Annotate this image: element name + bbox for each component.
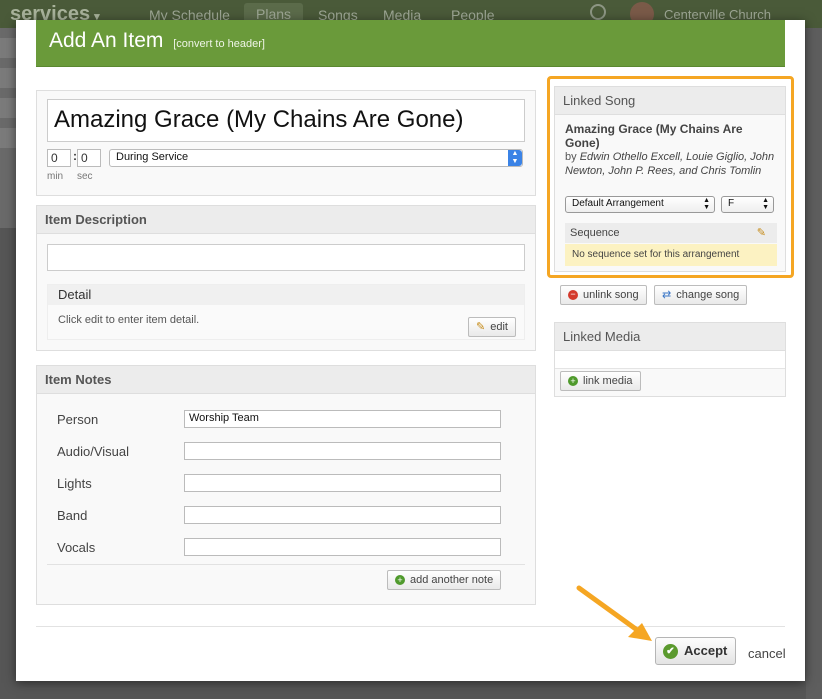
linked-song-title: Amazing Grace (My Chains Are Gone) <box>565 122 743 150</box>
unlink-song-button[interactable]: − unlink song <box>560 285 647 305</box>
sequence-empty-note: No sequence set for this arrangement <box>565 244 777 266</box>
arrangement-value: Default Arrangement <box>572 198 664 209</box>
add-another-note-button[interactable]: + add another note <box>387 570 502 590</box>
arrangement-select[interactable]: Default Arrangement ▲ ▼ <box>565 196 715 213</box>
note-label-audio-visual: Audio/Visual <box>57 444 130 459</box>
select-arrows-icon: ▲ ▼ <box>762 197 769 211</box>
select-arrows-icon: ▲ ▼ <box>703 197 710 211</box>
note-input-person[interactable]: Worship Team <box>184 410 501 428</box>
minutes-label: min <box>47 171 64 182</box>
change-song-button[interactable]: ⇄ change song <box>654 285 748 305</box>
footer-divider <box>36 626 785 627</box>
notes-divider <box>47 564 525 565</box>
background-search-icon <box>590 4 606 20</box>
by-prefix: by <box>565 151 577 163</box>
seconds-label: sec <box>77 171 93 182</box>
length-minutes-input[interactable]: 0 <box>47 149 71 167</box>
linked-song-authors: by Edwin Othello Excell, Louie Giglio, J… <box>565 150 777 178</box>
edit-sequence-pencil-icon[interactable]: ✎ <box>757 223 766 243</box>
item-notes-panel: Item Notes Person Worship Team Audio/Vis… <box>36 365 536 605</box>
length-seconds-input[interactable]: 0 <box>77 149 101 167</box>
refresh-icon: ⇄ <box>662 289 672 301</box>
detail-box: Detail Click edit to enter item detail. … <box>47 284 525 340</box>
link-media-label: link media <box>583 375 633 387</box>
accept-button[interactable]: ✔ Accept <box>655 637 736 665</box>
modal-title: Add An Item [convert to header] <box>49 29 265 53</box>
note-input-vocals[interactable] <box>184 538 501 556</box>
convert-to-header-link[interactable]: [convert to header] <box>173 38 265 50</box>
linked-media-list <box>555 351 785 369</box>
change-label: change song <box>676 289 740 301</box>
key-select[interactable]: F ▲ ▼ <box>721 196 774 213</box>
edit-detail-button[interactable]: ✎ edit <box>468 317 516 337</box>
plus-icon: + <box>395 575 405 586</box>
detail-placeholder-text: Click edit to enter item detail. <box>58 314 200 326</box>
note-input-lights[interactable] <box>184 474 501 492</box>
sequence-label: Sequence <box>570 227 620 239</box>
item-title-panel: Amazing Grace (My Chains Are Gone) 0 : 0… <box>36 90 536 196</box>
service-timing-value: During Service <box>116 151 189 163</box>
cancel-link[interactable]: cancel <box>748 646 786 661</box>
select-arrows-icon: ▲ ▼ <box>508 150 522 166</box>
link-media-button[interactable]: + link media <box>560 371 641 391</box>
item-description-panel: Item Description Detail Click edit to en… <box>36 205 536 351</box>
modal-title-text: Add An Item <box>49 29 164 52</box>
check-icon: ✔ <box>663 644 678 660</box>
note-input-audio-visual[interactable] <box>184 442 501 460</box>
add-item-modal: Add An Item [convert to header] Amazing … <box>16 20 805 681</box>
sequence-header: Sequence ✎ <box>565 223 777 243</box>
note-input-band[interactable] <box>184 506 501 524</box>
service-timing-select[interactable]: During Service ▲ ▼ <box>109 149 523 167</box>
item-title-input[interactable]: Amazing Grace (My Chains Are Gone) <box>47 99 525 142</box>
item-description-textarea[interactable] <box>47 244 525 271</box>
authors-text: Edwin Othello Excell, Louie Giglio, John… <box>565 151 775 177</box>
accept-label: Accept <box>684 643 728 658</box>
unlink-label: unlink song <box>583 289 639 301</box>
linked-media-header: Linked Media <box>555 323 785 351</box>
pencil-icon: ✎ <box>476 321 486 333</box>
linked-song-panel: Linked Song Amazing Grace (My Chains Are… <box>554 86 786 272</box>
background-right-strip <box>806 28 822 699</box>
note-label-band: Band <box>57 508 88 523</box>
detail-header: Detail <box>48 285 524 305</box>
note-label-vocals: Vocals <box>57 540 96 555</box>
add-note-label: add another note <box>410 574 494 586</box>
edit-label: edit <box>490 321 508 333</box>
item-description-header: Item Description <box>37 206 535 234</box>
item-notes-header: Item Notes <box>37 366 535 394</box>
note-label-lights: Lights <box>57 476 92 491</box>
background-left-strip <box>0 28 16 228</box>
annotation-arrow-icon <box>576 585 652 641</box>
modal-header: Add An Item [convert to header] <box>36 20 785 67</box>
minus-circle-icon: − <box>568 290 578 301</box>
note-label-person: Person <box>57 412 99 427</box>
linked-song-header: Linked Song <box>555 87 785 115</box>
plus-icon: + <box>568 376 578 387</box>
key-value: F <box>728 198 735 209</box>
